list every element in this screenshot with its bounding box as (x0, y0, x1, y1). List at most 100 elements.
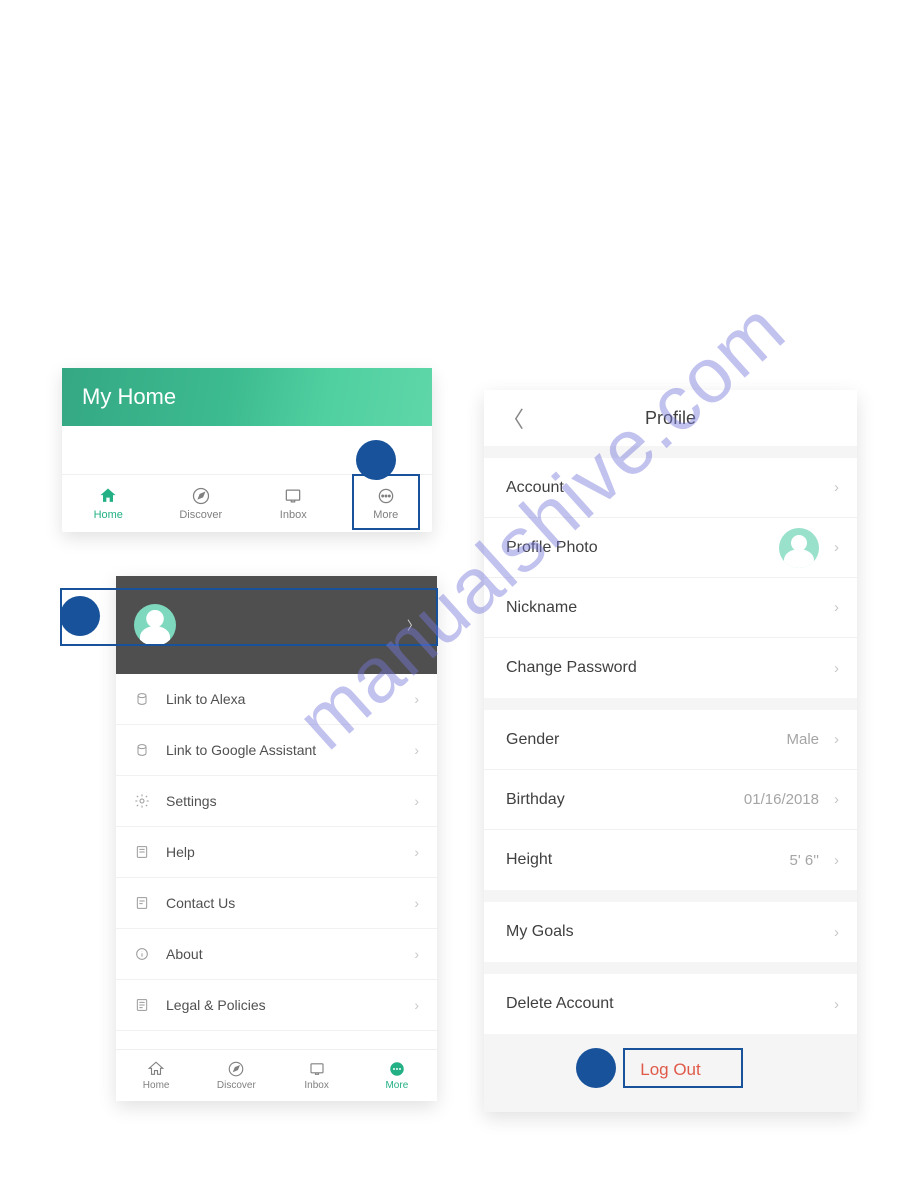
callout-box-more (352, 474, 420, 530)
row-value: Male (786, 731, 819, 748)
alexa-icon (134, 691, 154, 707)
row-birthday[interactable]: Birthday 01/16/2018 › (484, 770, 857, 830)
item-label: About (166, 946, 203, 962)
chevron-right-icon: › (414, 946, 419, 962)
compass-icon (191, 486, 211, 506)
tab-discover[interactable]: Discover (155, 475, 248, 532)
section-gap (484, 890, 857, 902)
legal-icon (134, 997, 154, 1013)
tab-more[interactable]: More (357, 1050, 437, 1101)
item-contact[interactable]: Contact Us › (116, 878, 437, 929)
avatar-icon (779, 528, 819, 568)
item-label: Settings (166, 793, 217, 809)
home-icon (147, 1060, 165, 1078)
item-help[interactable]: Help › (116, 827, 437, 878)
item-link-alexa[interactable]: Link to Alexa › (116, 674, 437, 725)
tab-label: Inbox (304, 1080, 328, 1091)
back-icon[interactable]: 〈 (502, 402, 524, 434)
callout-dot-profile (60, 596, 100, 636)
tab-home[interactable]: Home (62, 475, 155, 532)
callout-dot-more (356, 440, 396, 480)
tab-inbox[interactable]: Inbox (277, 1050, 357, 1101)
tab-discover[interactable]: Discover (196, 1050, 276, 1101)
row-label: Birthday (506, 791, 565, 809)
row-label: Account (506, 479, 564, 497)
row-label: Delete Account (506, 995, 614, 1013)
profile-header-row[interactable]: 〉 (116, 576, 437, 674)
tab-label: Discover (179, 509, 222, 521)
row-profile-photo[interactable]: Profile Photo › (484, 518, 857, 578)
row-label: Profile Photo (506, 539, 598, 557)
item-label: Link to Alexa (166, 691, 245, 707)
google-icon (134, 742, 154, 758)
callout-box-logout (623, 1048, 743, 1088)
row-goals[interactable]: My Goals › (484, 902, 857, 962)
tab-label: Home (94, 509, 123, 521)
row-label: My Goals (506, 923, 574, 941)
chevron-right-icon: › (834, 731, 839, 748)
profile-title: Profile (645, 408, 696, 429)
panel-profile: 〈 Profile Account › Profile Photo › Nick… (484, 390, 857, 1112)
chevron-right-icon: › (834, 539, 839, 556)
chevron-right-icon: › (834, 791, 839, 808)
chevron-right-icon: › (414, 895, 419, 911)
chevron-right-icon: › (834, 660, 839, 677)
chevron-right-icon: › (414, 997, 419, 1013)
profile-group-4: Delete Account › (484, 974, 857, 1034)
row-height[interactable]: Height 5' 6'' › (484, 830, 857, 890)
chevron-right-icon: › (414, 793, 419, 809)
row-value: 01/16/2018 (744, 791, 819, 808)
panel-more-menu: 〉 Link to Alexa › Link to Google Assista… (116, 576, 437, 1101)
chevron-right-icon: › (834, 996, 839, 1013)
item-settings[interactable]: Settings › (116, 776, 437, 827)
chevron-right-icon: › (834, 852, 839, 869)
more-icon (388, 1060, 406, 1078)
row-value: 5' 6'' (790, 852, 819, 869)
row-gender[interactable]: Gender Male › (484, 710, 857, 770)
row-label: Change Password (506, 659, 637, 677)
row-account[interactable]: Account › (484, 458, 857, 518)
chevron-right-icon: › (414, 844, 419, 860)
help-icon (134, 844, 154, 860)
inbox-icon (283, 486, 303, 506)
item-label: Contact Us (166, 895, 235, 911)
section-gap (484, 446, 857, 458)
row-change-password[interactable]: Change Password › (484, 638, 857, 698)
tab-label: Inbox (280, 509, 307, 521)
logout-area: Log Out (484, 1034, 857, 1112)
row-nickname[interactable]: Nickname › (484, 578, 857, 638)
chevron-right-icon: › (414, 691, 419, 707)
profile-header: 〈 Profile (484, 390, 857, 446)
row-label: Height (506, 851, 552, 869)
tab-inbox[interactable]: Inbox (247, 475, 340, 532)
myhome-title: My Home (82, 384, 176, 410)
home-icon (98, 486, 118, 506)
item-about[interactable]: About › (116, 929, 437, 980)
tab-label: More (385, 1080, 408, 1091)
row-delete-account[interactable]: Delete Account › (484, 974, 857, 1034)
tab-label: Home (143, 1080, 170, 1091)
item-legal[interactable]: Legal & Policies › (116, 980, 437, 1031)
tab-bar: Home Discover Inbox More (116, 1049, 437, 1101)
profile-group-1: Account › Profile Photo › Nickname › Cha… (484, 458, 857, 698)
row-label: Gender (506, 731, 559, 749)
item-label: Help (166, 844, 195, 860)
info-icon (134, 946, 154, 962)
item-label: Link to Google Assistant (166, 742, 316, 758)
profile-group-2: Gender Male › Birthday 01/16/2018 › Heig… (484, 710, 857, 890)
more-list: Link to Alexa › Link to Google Assistant… (116, 674, 437, 1031)
callout-box-profile (60, 588, 438, 646)
contact-icon (134, 895, 154, 911)
tab-home[interactable]: Home (116, 1050, 196, 1101)
compass-icon (227, 1060, 245, 1078)
item-label: Legal & Policies (166, 997, 266, 1013)
inbox-icon (308, 1060, 326, 1078)
callout-dot-logout (576, 1048, 616, 1088)
item-link-google[interactable]: Link to Google Assistant › (116, 725, 437, 776)
profile-group-3: My Goals › (484, 902, 857, 962)
gear-icon (134, 793, 154, 809)
chevron-right-icon: › (834, 924, 839, 941)
row-label: Nickname (506, 599, 577, 617)
panel-myhome: My Home Home Discover Inbox More (62, 368, 432, 532)
chevron-right-icon: › (414, 742, 419, 758)
